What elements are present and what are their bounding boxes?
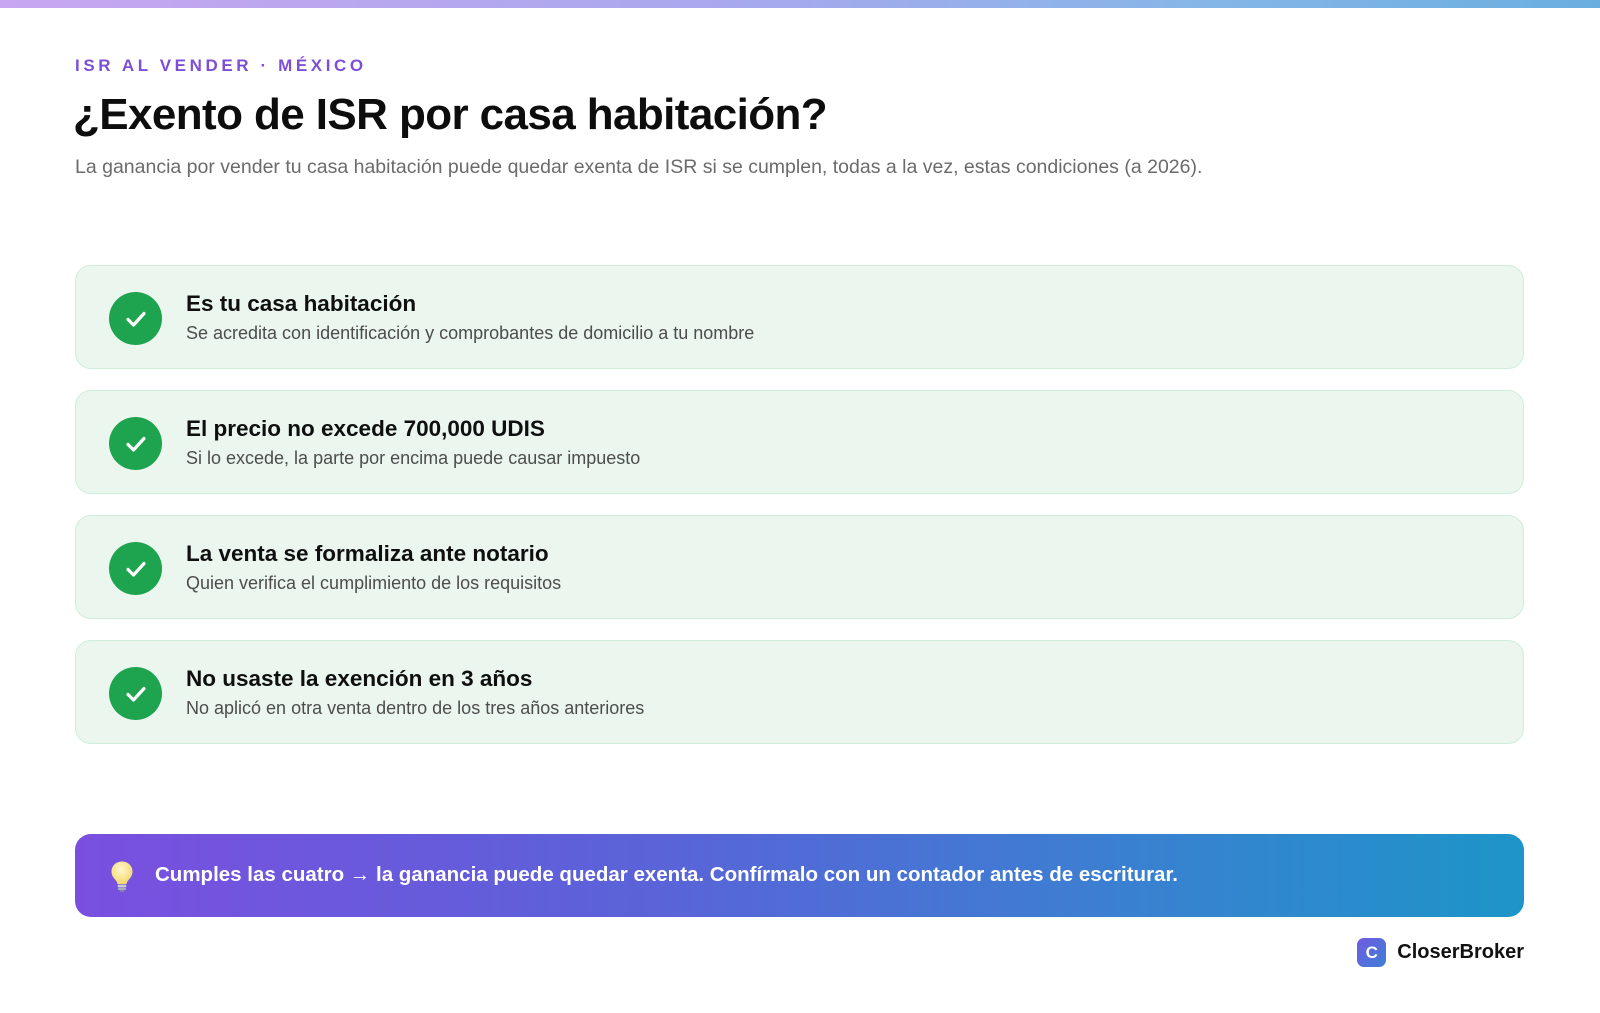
page-subtitle: La ganancia por vender tu casa habitació…: [75, 156, 1203, 178]
summary-banner: Cumples las cuatro → la ganancia puede q…: [75, 834, 1524, 917]
check-circle-icon: [109, 417, 162, 470]
condition-card-notary: La venta se formaliza ante notario Quien…: [75, 515, 1524, 619]
condition-description: Si lo excede, la parte por encima puede …: [186, 448, 641, 468]
condition-title: El precio no excede 700,000 UDIS: [186, 416, 545, 441]
top-gradient-bar: [0, 0, 1600, 8]
brand-logo: C: [1357, 938, 1387, 967]
page: ISR AL VENDER · MÉXICO ¿Exento de ISR po…: [0, 0, 1600, 1013]
check-circle-icon: [109, 292, 162, 345]
condition-title: Es tu casa habitación: [186, 291, 417, 316]
check-circle-icon: [109, 542, 162, 595]
lightbulb-icon: [111, 861, 133, 892]
condition-card-price: El precio no excede 700,000 UDIS Si lo e…: [75, 390, 1524, 494]
condition-description: No aplicó en otra venta dentro de los tr…: [186, 698, 645, 718]
condition-card-three-years: No usaste la exención en 3 años No aplic…: [75, 640, 1524, 744]
condition-title: La venta se formaliza ante notario: [186, 541, 549, 566]
brand: C CloserBroker: [1357, 938, 1524, 967]
condition-card-home: Es tu casa habitación Se acredita con id…: [75, 265, 1524, 369]
page-title: ¿Exento de ISR por casa habitación?: [73, 90, 828, 139]
condition-description: Se acredita con identificación y comprob…: [186, 323, 755, 343]
summary-banner-text: Cumples las cuatro → la ganancia puede q…: [155, 863, 1178, 886]
condition-description: Quien verifica el cumplimiento de los re…: [186, 573, 562, 593]
check-circle-icon: [109, 667, 162, 720]
condition-title: No usaste la exención en 3 años: [186, 666, 533, 691]
eyebrow-label: ISR AL VENDER · MÉXICO: [75, 56, 367, 75]
brand-name: CloserBroker: [1397, 941, 1524, 963]
